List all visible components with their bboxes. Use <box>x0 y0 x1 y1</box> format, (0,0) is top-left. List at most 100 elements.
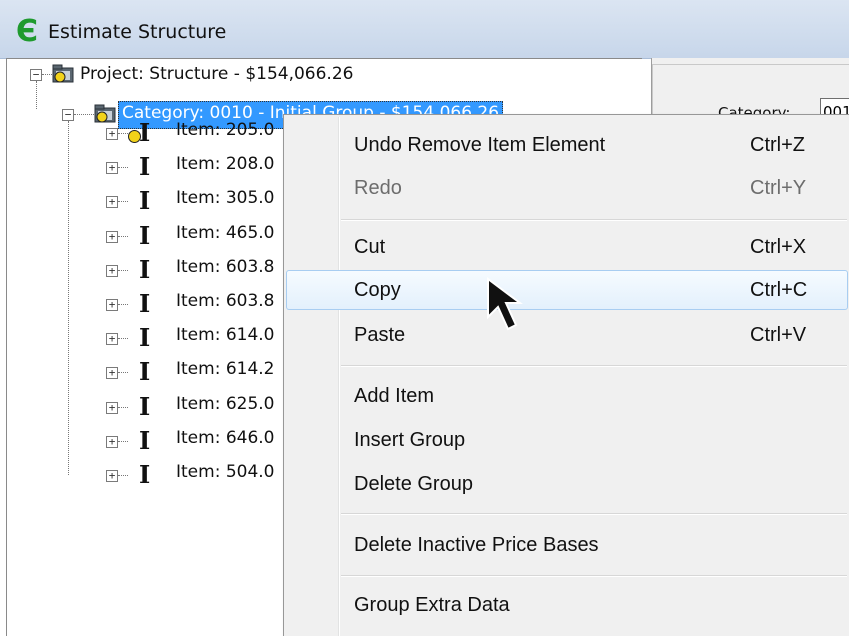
item-label: Item: 305.0 <box>176 188 275 208</box>
menu-item-redo[interactable]: Redo Ctrl+Y <box>287 169 847 207</box>
mouse-pointer-icon <box>487 277 523 331</box>
tree-connector <box>118 441 128 442</box>
menu-item-label: Cut <box>354 236 386 258</box>
tree-connector <box>118 167 128 168</box>
menu-item-copy[interactable]: Copy Ctrl+C <box>286 270 848 310</box>
menu-item-group-extra-data[interactable]: Group Extra Data <box>287 586 847 624</box>
item-expand-toggle[interactable]: + <box>106 128 118 140</box>
menu-item-shortcut: Ctrl+Y <box>750 177 807 199</box>
context-menu: Undo Remove Item Element Ctrl+Z Redo Ctr… <box>283 114 849 636</box>
warning-badge-icon <box>128 130 141 143</box>
tree-connector <box>74 114 94 115</box>
item-icon: I <box>139 392 151 421</box>
item-expand-toggle[interactable]: + <box>106 162 118 174</box>
tree-node-item[interactable]: Item: 205.0 <box>176 120 275 144</box>
window-title: Estimate Structure <box>48 21 227 43</box>
project-collapse-toggle[interactable]: − <box>30 69 42 81</box>
tree-connector <box>68 121 69 475</box>
tree-node-item[interactable]: Item: 305.0 <box>176 188 275 212</box>
item-icon: I <box>139 152 151 181</box>
project-label: Project: Structure - $154,066.26 <box>80 64 354 84</box>
menu-item-label: Copy <box>354 279 401 301</box>
item-expand-toggle[interactable]: + <box>106 299 118 311</box>
item-expand-toggle[interactable]: + <box>106 196 118 208</box>
menu-item-delete-group[interactable]: Delete Group <box>287 465 847 503</box>
tree-node-item[interactable]: Item: 614.2 <box>176 359 275 383</box>
item-icon: I <box>139 289 151 318</box>
app-logo-icon: Є <box>16 14 39 49</box>
menu-item-paste[interactable]: Paste Ctrl+V <box>287 316 847 354</box>
menu-item-label: Delete Group <box>354 473 473 495</box>
item-expand-toggle[interactable]: + <box>106 231 118 243</box>
tree-connector <box>42 74 52 75</box>
title-bar: Є Estimate Structure <box>0 0 849 59</box>
menu-item-label: Delete Inactive Price Bases <box>354 534 599 556</box>
menu-item-shortcut: Ctrl+Z <box>750 134 805 156</box>
item-expand-toggle[interactable]: + <box>106 367 118 379</box>
menu-item-label: Redo <box>354 177 402 199</box>
tree-node-item[interactable]: Item: 208.0 <box>176 154 275 178</box>
tree-connector <box>118 236 128 237</box>
tree-connector <box>36 81 37 109</box>
menu-item-shortcut: Ctrl+X <box>750 236 807 258</box>
menu-item-delete-inactive-price-bases[interactable]: Delete Inactive Price Bases <box>287 526 847 564</box>
item-icon: I <box>139 255 151 284</box>
menu-separator <box>341 219 847 221</box>
item-expand-toggle[interactable]: + <box>106 470 118 482</box>
item-label: Item: 465.0 <box>176 223 275 243</box>
tree-connector <box>118 372 128 373</box>
item-expand-toggle[interactable]: + <box>106 265 118 277</box>
item-warning-icon: I <box>139 118 151 147</box>
item-icon: I <box>139 323 151 352</box>
menu-separator <box>341 513 847 515</box>
item-label: Item: 646.0 <box>176 428 275 448</box>
menu-item-label: Add Item <box>354 385 435 407</box>
category-folder-icon <box>94 104 116 123</box>
item-label: Item: 205.0 <box>176 120 275 140</box>
tree-node-item[interactable]: Item: 625.0 <box>176 394 275 418</box>
item-expand-toggle[interactable]: + <box>106 402 118 414</box>
menu-item-label: Insert Group <box>354 429 466 451</box>
item-label: Item: 614.2 <box>176 359 275 379</box>
tree-connector <box>118 133 128 134</box>
item-label: Item: 208.0 <box>176 154 275 174</box>
menu-item-label: Paste <box>354 324 406 346</box>
menu-item-label: Undo Remove Item Element <box>354 134 606 156</box>
tree-node-item[interactable]: Item: 465.0 <box>176 223 275 247</box>
item-label: Item: 625.0 <box>176 394 275 414</box>
item-expand-toggle[interactable]: + <box>106 436 118 448</box>
tree-connector <box>118 201 128 202</box>
menu-item-undo[interactable]: Undo Remove Item Element Ctrl+Z <box>287 126 847 164</box>
item-icon: I <box>139 460 151 489</box>
tree-node-item[interactable]: Item: 603.8 <box>176 257 275 281</box>
menu-item-insert-group[interactable]: Insert Group <box>287 421 847 459</box>
item-label: Item: 603.8 <box>176 291 275 311</box>
category-collapse-toggle[interactable]: − <box>62 109 74 121</box>
item-expand-toggle[interactable]: + <box>106 333 118 345</box>
project-folder-icon <box>52 64 74 83</box>
item-icon: I <box>139 221 151 250</box>
menu-item-label: Group Extra Data <box>354 594 510 616</box>
menu-separator <box>341 575 847 577</box>
item-label: Item: 614.0 <box>176 325 275 345</box>
item-label: Item: 504.0 <box>176 462 275 482</box>
tree-connector <box>118 475 128 476</box>
item-label: Item: 603.8 <box>176 257 275 277</box>
menu-item-shortcut: Ctrl+C <box>750 279 808 301</box>
menu-item-add-item[interactable]: Add Item <box>287 377 847 415</box>
tree-node-item[interactable]: Item: 504.0 <box>176 462 275 486</box>
tree-connector <box>118 270 128 271</box>
tree-node-item[interactable]: Item: 646.0 <box>176 428 275 452</box>
tree-connector <box>118 304 128 305</box>
menu-item-cut[interactable]: Cut Ctrl+X <box>287 228 847 266</box>
menu-separator <box>341 365 847 367</box>
tree-connector <box>118 338 128 339</box>
tree-node-item[interactable]: Item: 614.0 <box>176 325 275 349</box>
item-icon: I <box>139 186 151 215</box>
tree-connector <box>118 407 128 408</box>
item-icon: I <box>139 357 151 386</box>
item-icon: I <box>139 426 151 455</box>
tree-node-item[interactable]: Item: 603.8 <box>176 291 275 315</box>
menu-item-shortcut: Ctrl+V <box>750 324 807 346</box>
tree-node-project[interactable]: Project: Structure - $154,066.26 <box>80 64 353 88</box>
